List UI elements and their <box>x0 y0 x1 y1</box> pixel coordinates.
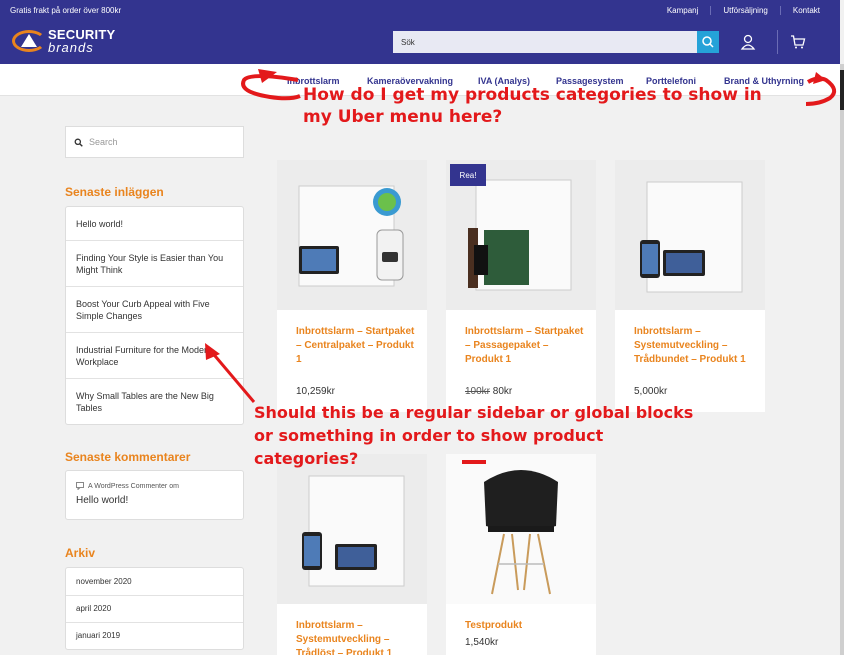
archive-link[interactable]: januari 2019 <box>66 622 243 649</box>
recent-comments-title: Senaste kommentarer <box>65 450 191 464</box>
product-price: 10,259kr <box>296 386 335 397</box>
logo-text-line2: brands <box>48 40 94 55</box>
product-price: 5,000kr <box>634 386 668 397</box>
search-icon <box>74 138 83 147</box>
archive-link[interactable]: april 2020 <box>66 595 243 622</box>
product-name[interactable]: Inbrottslarm – Systemutveckling – Trådbu… <box>634 325 754 367</box>
product-image[interactable] <box>277 160 427 310</box>
archive-link[interactable]: november 2020 <box>66 568 243 595</box>
recent-post-link[interactable]: Industrial Furniture for the Modern Work… <box>66 332 243 378</box>
site-logo[interactable]: SECURITY brands <box>12 27 115 55</box>
comment-post-link[interactable]: Hello world! <box>76 495 233 506</box>
user-icon <box>740 34 756 50</box>
product-image[interactable] <box>615 160 765 310</box>
archive-list: november 2020 april 2020 januari 2019 <box>65 567 244 650</box>
product-card[interactable]: Inbrottslarm – Systemutveckling – Trådlö… <box>277 454 427 655</box>
comment-on-label: om <box>169 482 179 490</box>
top-link-kontakt[interactable]: Kontakt <box>779 6 832 15</box>
product-name[interactable]: Inbrottslarm – Startpaket – Centralpaket… <box>296 325 416 367</box>
sale-badge: Rea! <box>450 164 486 186</box>
product-name[interactable]: Testprodukt <box>465 619 585 633</box>
top-links: Kampanj Utförsäljning Kontakt <box>655 6 832 15</box>
product-image[interactable] <box>277 454 427 604</box>
product-sale-price: 80kr <box>492 386 513 397</box>
search-icon <box>702 36 714 48</box>
product-name[interactable]: Inbrottslarm – Systemutveckling – Trådlö… <box>296 619 416 655</box>
product-name[interactable]: Inbrottslarm – Startpaket – Passagepaket… <box>465 325 585 367</box>
comment-meta: A WordPress Commenter om <box>76 482 233 490</box>
recent-comments-list: A WordPress Commenter om Hello world! <box>65 470 244 520</box>
recent-post-link[interactable]: Finding Your Style is Easier than You Mi… <box>66 240 243 286</box>
product-card[interactable]: Inbrottslarm – Startpaket – Centralpaket… <box>277 160 427 412</box>
annotation-sidebar-question: Should this be a regular sidebar or glob… <box>254 403 694 468</box>
product-price: 100kr 80kr <box>465 386 512 397</box>
top-link-utforsaljning[interactable]: Utförsäljning <box>710 6 779 15</box>
annotation-menu-question: How do I get my products categories to s… <box>303 85 762 127</box>
product-card[interactable]: Rea! Inbrottslarm – Startpaket – Passage… <box>446 160 596 412</box>
product-old-price: 100kr <box>465 386 491 397</box>
archive-title: Arkiv <box>65 546 96 560</box>
free-shipping-promo: Gratis frakt på order över 800kr <box>10 6 122 15</box>
sidebar-search-placeholder: Search <box>89 137 118 147</box>
product-image[interactable] <box>446 454 596 604</box>
scrollbar[interactable] <box>840 64 844 655</box>
recent-post-link[interactable]: Why Small Tables are the New Big Tables <box>66 378 243 424</box>
product-price: 1,540kr <box>465 637 499 648</box>
search-button[interactable] <box>697 31 719 53</box>
logo-mark-icon <box>12 27 46 55</box>
site-header: SECURITY brands Sök <box>0 20 840 64</box>
scrollbar-thumb[interactable] <box>840 70 844 110</box>
recent-post-link[interactable]: Boost Your Curb Appeal with Five Simple … <box>66 286 243 332</box>
header-divider <box>777 30 778 54</box>
cart-button[interactable] <box>790 34 806 50</box>
comment-author[interactable]: A WordPress Commenter <box>88 483 167 490</box>
recent-posts-title: Senaste inläggen <box>65 185 164 199</box>
sidebar-search-input[interactable]: Search <box>65 126 244 158</box>
comment-icon <box>76 482 84 490</box>
top-link-kampanj[interactable]: Kampanj <box>655 6 711 15</box>
recent-posts-list: Hello world! Finding Your Style is Easie… <box>65 206 244 425</box>
account-button[interactable] <box>740 34 756 50</box>
product-card[interactable]: Inbrottslarm – Systemutveckling – Trådbu… <box>615 160 765 412</box>
cart-icon <box>791 35 806 49</box>
header-search-input[interactable]: Sök <box>393 31 697 53</box>
product-card[interactable]: Testprodukt 1,540kr <box>446 454 596 655</box>
top-bar: Gratis frakt på order över 800kr Kampanj… <box>0 0 840 20</box>
recent-post-link[interactable]: Hello world! <box>66 207 243 240</box>
